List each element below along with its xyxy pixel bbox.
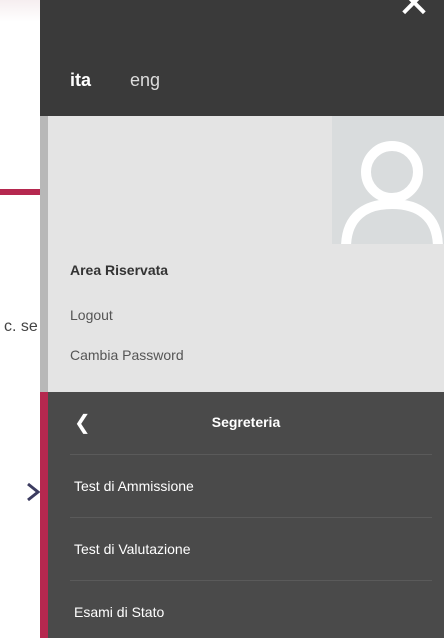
background-text-fragment: c. se: [4, 318, 38, 335]
menu-item-label: Esami di Stato: [74, 604, 165, 620]
language-ita[interactable]: ita: [70, 70, 91, 91]
area-riservata-title: Area Riservata: [70, 262, 169, 278]
change-password-link[interactable]: Cambia Password: [70, 347, 184, 363]
menu-item-test-valutazione[interactable]: Test di Valutazione: [48, 517, 444, 580]
menu-item-label: Test di Ammissione: [74, 478, 194, 494]
logout-link[interactable]: Logout: [70, 307, 113, 323]
language-eng[interactable]: eng: [130, 70, 160, 91]
segreteria-menu: ❮ Segreteria Test di Ammissione Test di …: [40, 392, 444, 638]
menu-item-label: Test di Valutazione: [74, 541, 191, 557]
menu-header: ❮ Segreteria: [48, 392, 444, 454]
background-accent-rule: [0, 189, 40, 195]
avatar: [332, 116, 444, 244]
menu-title: Segreteria: [211, 414, 281, 430]
user-avatar-icon: [341, 141, 443, 244]
side-drawer: ita eng ✕ Area Riservata Logout Cambia P…: [40, 0, 444, 638]
menu-item-esami-stato[interactable]: Esami di Stato: [48, 580, 444, 638]
menu-item-test-ammissione[interactable]: Test di Ammissione: [48, 454, 444, 517]
close-icon[interactable]: ✕: [384, 0, 444, 26]
user-panel: Area Riservata Logout Cambia Password: [40, 116, 444, 392]
